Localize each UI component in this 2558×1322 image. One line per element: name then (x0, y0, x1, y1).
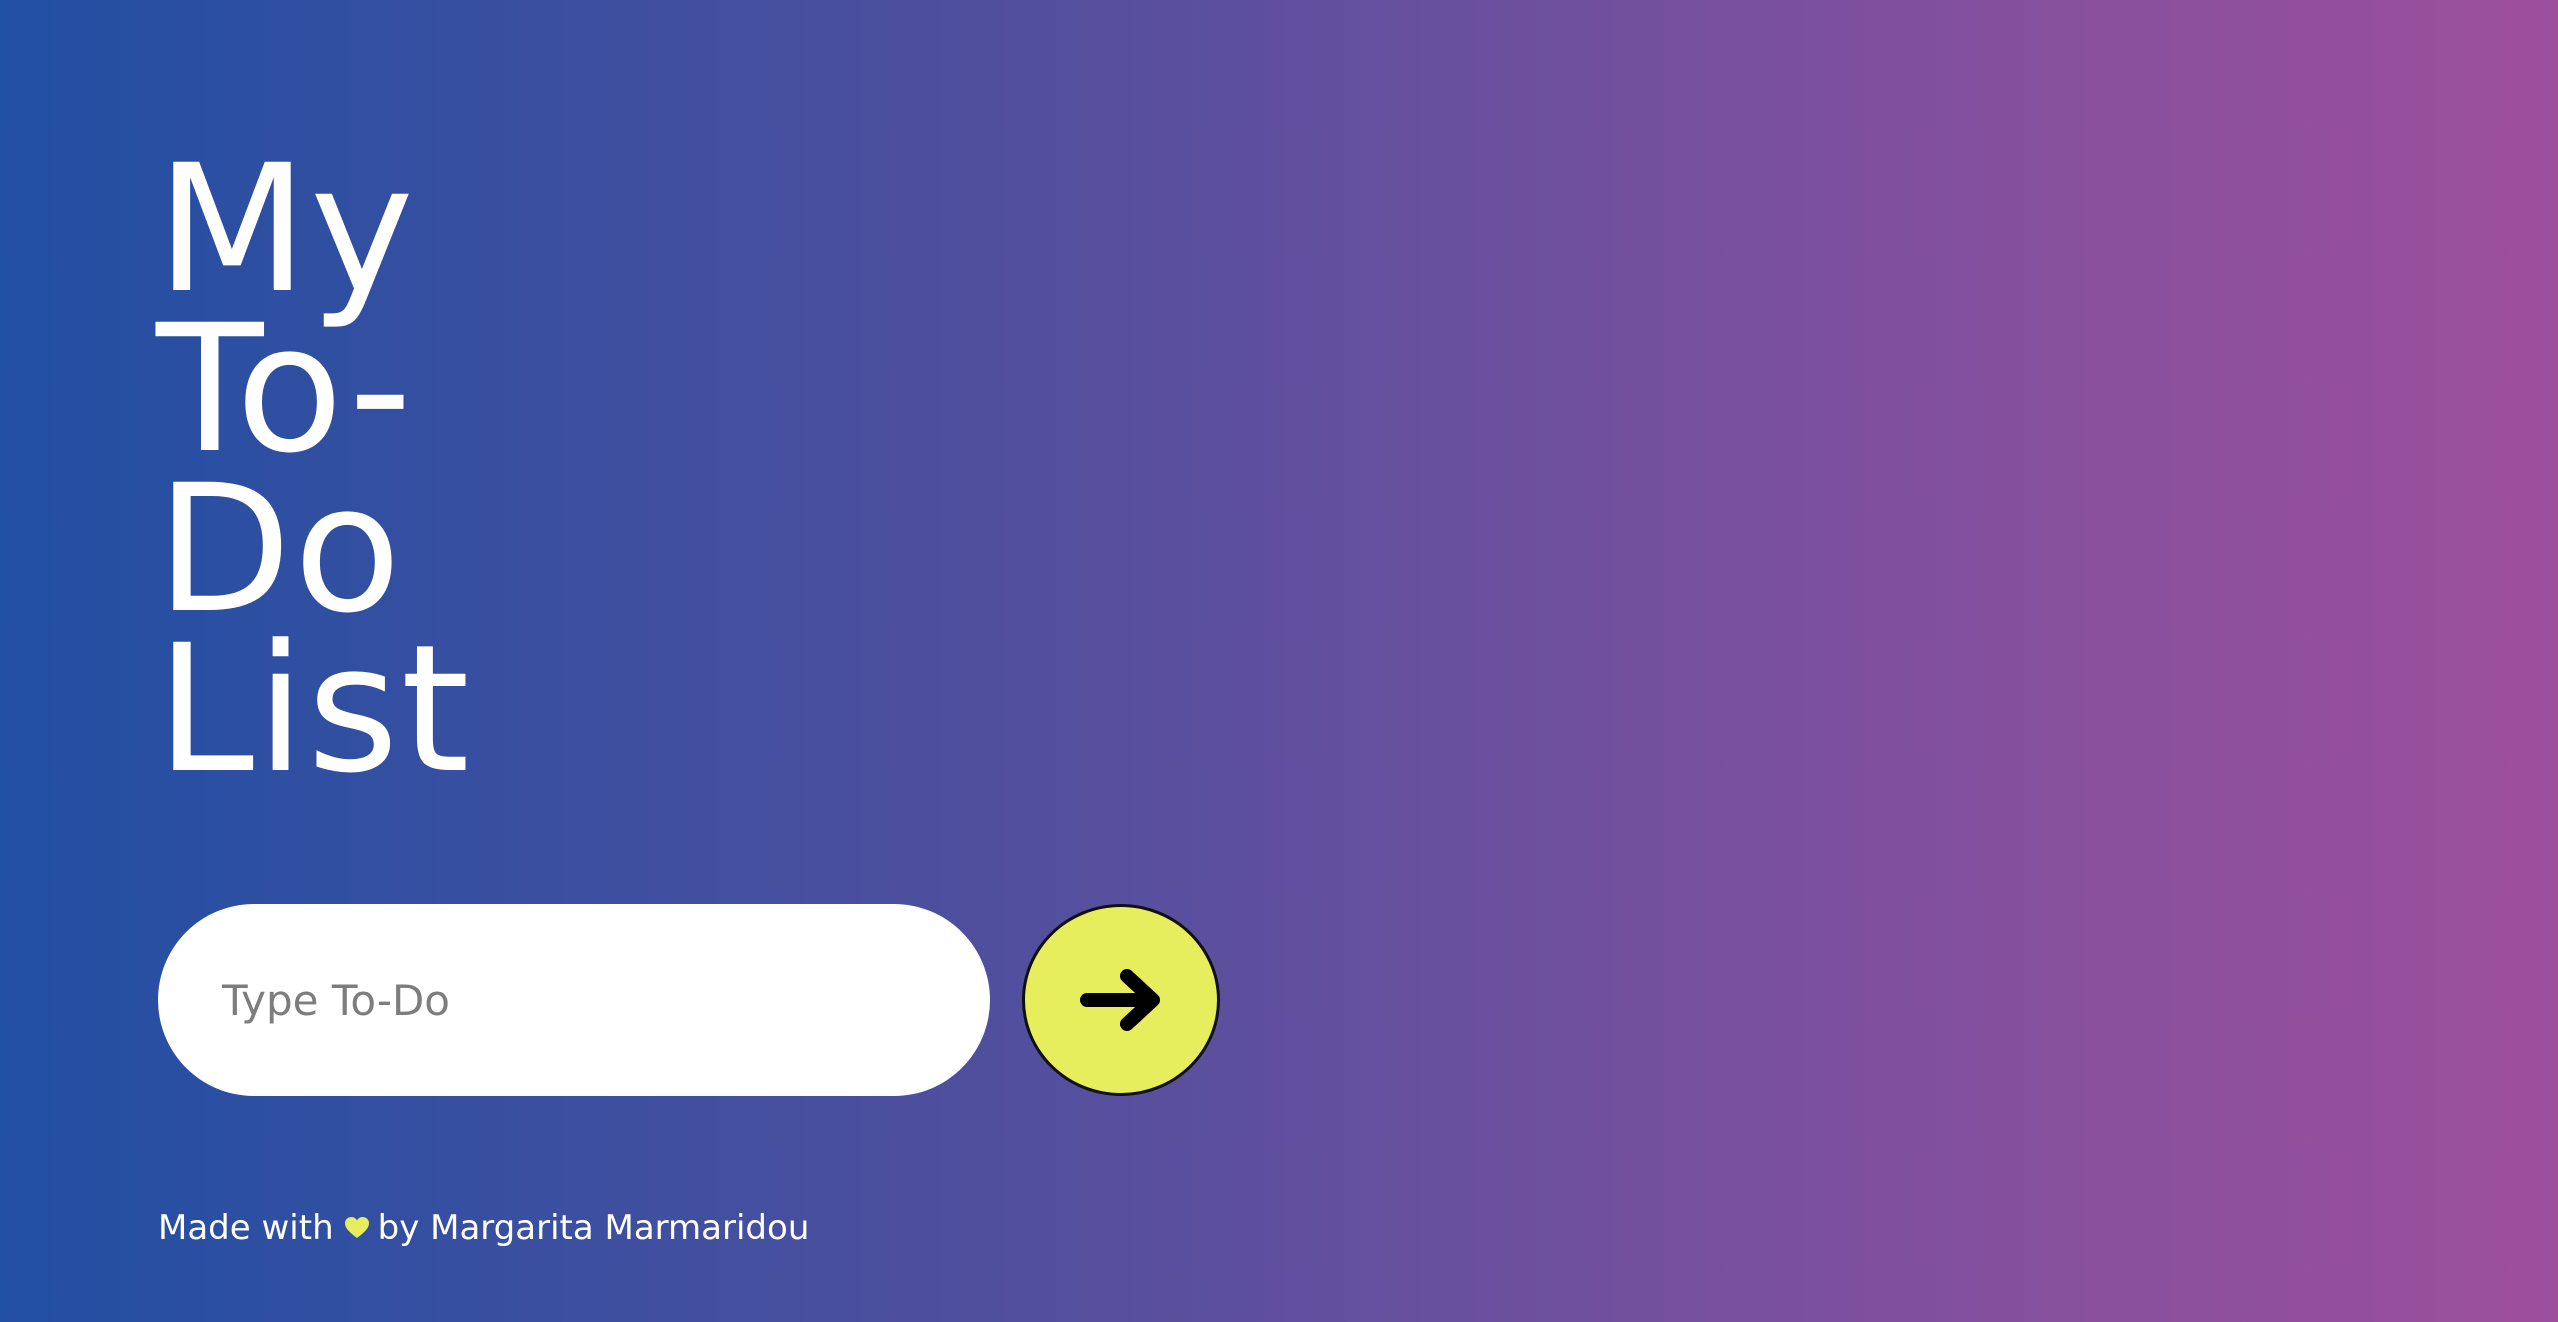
title-line-2: To- (156, 287, 415, 492)
app-page: My To- Do List Made with by Margarita Ma… (0, 0, 2558, 1322)
heart-icon (344, 1216, 370, 1240)
footer-made-with: Made with (158, 1208, 334, 1248)
add-todo-button[interactable] (1022, 904, 1220, 1096)
footer-author: by Margarita Marmaridou (377, 1208, 810, 1248)
title-line-4: List (156, 607, 472, 812)
todo-input-container (158, 904, 990, 1096)
footer-credit: Made with by Margarita Marmaridou (158, 1208, 809, 1248)
todo-input[interactable] (158, 904, 990, 1096)
title-line-1: My (156, 127, 417, 332)
page-title: My To- Do List (156, 127, 472, 812)
arrow-right-icon (1079, 968, 1163, 1032)
title-line-3: Do (156, 447, 404, 652)
